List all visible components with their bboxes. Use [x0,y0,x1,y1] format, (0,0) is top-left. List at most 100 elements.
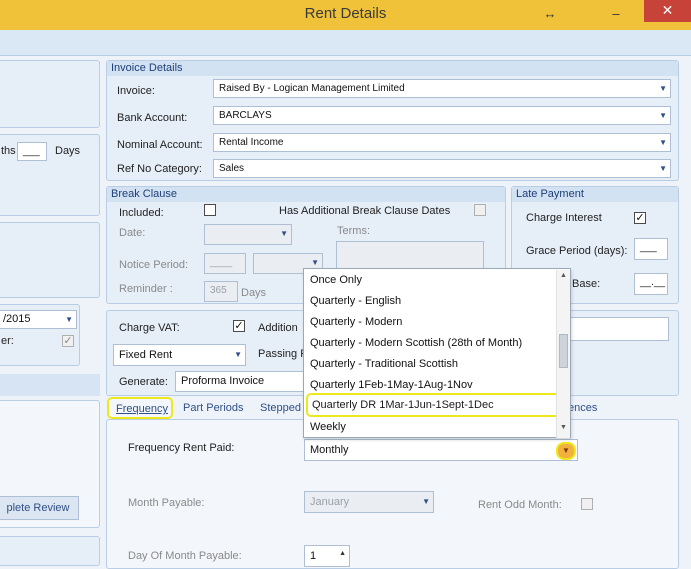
included-label: Included: [119,207,164,219]
left-panel-days: ths ___ Days [0,134,100,216]
dropdown-option-selected-label: Quarterly DR 1Mar-1Jun-1Sept-1Dec [312,399,494,411]
dropdown-option[interactable]: Once Only [310,274,362,286]
day-of-month-value: 1 [310,550,317,562]
bank-account-select[interactable]: BARCLAYS ▼ [213,106,671,125]
ref-no-category-label: Ref No Category: [117,163,202,175]
frequency-panel: Frequency Rent Paid: Monthly ▼ Month Pay… [106,419,679,569]
dropdown-option[interactable]: Weekly [310,421,346,433]
left-panel-review: plete Review [0,400,100,528]
terms-label: Terms: [337,225,370,237]
invoice-label: Invoice: [117,85,155,97]
month-payable-label: Month Payable: [128,497,205,509]
grace-period-label: Grace Period (days): [526,245,628,257]
charge-vat-checkbox[interactable]: ✓ [233,320,245,332]
dropdown-option[interactable]: Quarterly 1Feb-1May-1Aug-1Nov [310,379,473,391]
frequency-dropdown-list[interactable]: Once Only Quarterly - English Quarterly … [303,268,571,438]
er-label: er: [1,335,14,347]
scroll-down-icon[interactable]: ▼ [560,424,567,431]
left-panel-bottom [0,536,100,566]
dropdown-option[interactable]: Quarterly - Modern [310,316,402,328]
left-tabstrip [0,374,100,396]
notice-period-label: Notice Period: [119,259,189,271]
nominal-account-value: Rental Income [219,137,284,148]
tab-frequency[interactable]: Frequency [107,397,173,419]
invoice-value: Raised By - Logican Management Limited [219,83,405,94]
invoice-details-header: Invoice Details [107,61,678,76]
dropdown-scrollbar[interactable]: ▲ ▼ [556,270,570,438]
ref-no-category-value: Sales [219,163,245,174]
frequency-dropdown-arrow-icon[interactable]: ▼ [556,442,576,460]
ref-no-category-select[interactable]: Sales ▼ [213,159,671,178]
chevron-down-icon: ▼ [659,84,667,93]
left-panel-mid [0,222,100,298]
tab-stepped[interactable]: Stepped [260,402,301,414]
ribbon-bar [0,30,691,56]
dropdown-option[interactable]: Quarterly - English [310,295,401,307]
left-panel-top [0,60,100,128]
chevron-down-icon: ▼ [65,315,73,324]
chevron-down-icon: ▼ [422,497,430,506]
generate-field[interactable]: Proforma Invoice [175,371,305,392]
minimize-icon[interactable]: ‒ [604,0,628,30]
nominal-account-select[interactable]: Rental Income ▼ [213,133,671,152]
tab-part-periods[interactable]: Part Periods [183,402,244,414]
date-label: Date: [119,227,146,239]
date-select[interactable]: /2015 ▼ [0,310,77,329]
grace-period-input[interactable]: ___ [634,238,668,260]
additional-dates-label: Has Additional Break Clause Dates [279,205,451,217]
generate-label: Generate: [119,376,168,388]
tab-frequency-label: Frequency [116,403,168,415]
invoice-details-panel: Invoice Details Invoice: Raised By - Log… [106,60,679,181]
days-label-fragment: ths [1,145,16,157]
addition-label: Addition [258,322,298,334]
days-unit: Days [55,145,81,157]
chevron-down-icon: ▼ [659,164,667,173]
base-label: Base: [572,278,601,290]
month-payable-value: January [310,496,350,508]
invoice-select[interactable]: Raised By - Logican Management Limited ▼ [213,79,671,98]
chevron-down-icon: ▼ [280,229,288,238]
reminder-input[interactable]: 365 [204,281,238,302]
chevron-down-icon: ▼ [234,350,242,359]
close-button[interactable]: ✕ [644,0,691,22]
right-field[interactable] [563,317,669,341]
charge-vat-label: Charge VAT: [119,322,180,334]
tab-references[interactable]: ences [568,402,597,414]
dropdown-option[interactable]: Quarterly - Traditional Scottish [310,358,458,370]
spin-up-icon[interactable]: ▲ [339,546,346,564]
break-clause-header: Break Clause [107,187,505,202]
window-title: Rent Details [304,5,387,22]
days-input[interactable]: ___ [17,142,47,161]
rent-odd-month-checkbox[interactable] [581,498,593,510]
bank-account-value: BARCLAYS [219,110,272,121]
break-date-select[interactable]: ▼ [204,224,292,245]
charge-interest-label: Charge Interest [526,212,602,224]
scroll-up-icon[interactable]: ▲ [560,272,567,279]
day-of-month-label: Day Of Month Payable: [128,550,242,562]
resize-icon[interactable]: ↔ [540,0,560,30]
additional-dates-checkbox[interactable] [474,204,486,216]
dropdown-option-selected[interactable]: Quarterly DR 1Mar-1Jun-1Sept-1Dec [306,393,568,417]
month-payable-select[interactable]: January ▼ [304,491,434,513]
frequency-rent-paid-select[interactable]: Monthly [304,439,578,461]
base-input[interactable]: __.__ [634,273,668,295]
rent-odd-month-label: Rent Odd Month: [478,499,562,511]
bank-account-label: Bank Account: [117,112,188,124]
dropdown-option[interactable]: Quarterly - Modern Scottish (28th of Mon… [310,337,522,349]
passing-rent-label: Passing R [258,348,309,360]
included-checkbox[interactable] [204,204,216,216]
rent-type-value: Fixed Rent [119,349,173,361]
complete-review-button[interactable]: plete Review [0,496,79,520]
er-checkbox[interactable]: ✓ [62,335,74,347]
notice-period-input[interactable]: ____ [204,253,246,274]
reminder-unit: Days [241,287,267,299]
day-of-month-spinner[interactable]: 1 ▲ [304,545,350,567]
nominal-account-label: Nominal Account: [117,139,203,151]
left-panel-date: /2015 ▼ er: ✓ [0,304,80,366]
scrollbar-thumb[interactable] [559,334,568,368]
rent-type-select[interactable]: Fixed Rent ▼ [113,344,246,366]
frequency-rent-paid-value: Monthly [310,444,349,456]
chevron-down-icon: ▼ [659,138,667,147]
charge-interest-checkbox[interactable]: ✓ [634,212,646,224]
late-payment-header: Late Payment [512,187,678,202]
